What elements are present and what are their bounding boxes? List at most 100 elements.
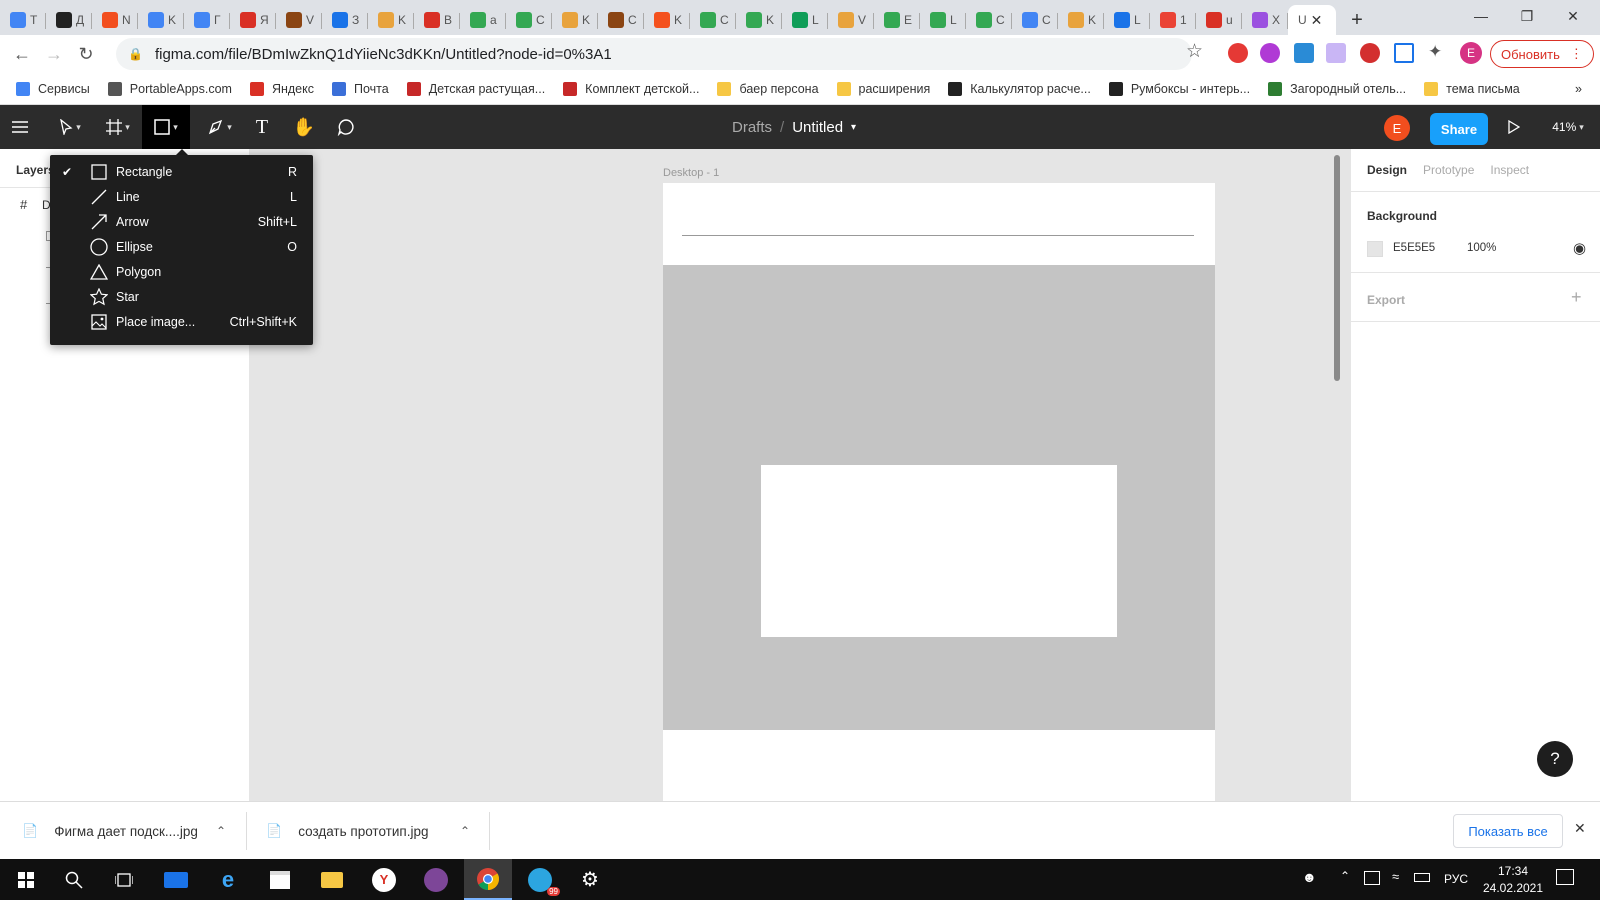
shape-menu-item[interactable]: Star <box>50 284 313 309</box>
bookmark-item[interactable]: тема письма <box>1424 81 1520 96</box>
text-tool-icon[interactable]: T <box>248 105 276 149</box>
layers-tab[interactable]: Layers <box>16 163 55 177</box>
bookmark-star-icon[interactable]: ☆ <box>1186 40 1203 63</box>
main-menu-icon[interactable] <box>8 105 32 149</box>
bookmark-item[interactable]: PortableApps.com <box>107 81 232 96</box>
shape-tool[interactable]: ▾ <box>142 105 190 149</box>
extension-icon[interactable] <box>1228 43 1248 63</box>
store-icon[interactable] <box>256 859 304 900</box>
browser-tab[interactable]: C <box>1012 5 1058 35</box>
comment-tool-icon[interactable] <box>332 105 360 149</box>
browser-tab[interactable]: C <box>506 5 552 35</box>
close-window-button[interactable]: ✕ <box>1550 0 1596 32</box>
screenshot-extension-icon[interactable] <box>1394 43 1414 63</box>
notification-icon[interactable] <box>1556 869 1574 885</box>
extension-icon[interactable] <box>1326 43 1346 63</box>
close-downloads-icon[interactable]: ✕ <box>1574 820 1586 837</box>
share-button[interactable]: Share <box>1430 113 1488 145</box>
browser-tab[interactable]: T <box>0 5 46 35</box>
browser-tab[interactable]: L <box>1104 5 1150 35</box>
chrome-icon[interactable] <box>464 859 512 900</box>
browser-tab[interactable]: Г <box>184 5 230 35</box>
task-view-icon[interactable] <box>100 859 148 900</box>
chevron-up-icon[interactable]: ⌃ <box>1340 869 1350 883</box>
line-shape[interactable] <box>682 235 1194 236</box>
wifi-icon[interactable]: ≈ <box>1392 869 1399 884</box>
tab-design[interactable]: Design <box>1367 163 1407 177</box>
bookmark-item[interactable]: баер персона <box>717 81 819 96</box>
back-button[interactable]: ← <box>6 38 38 70</box>
show-all-button[interactable]: Показать все <box>1453 814 1563 848</box>
bookmark-item[interactable]: Яндекс <box>249 81 314 96</box>
telegram-icon[interactable]: 99 <box>516 859 564 900</box>
browser-tab[interactable]: C <box>598 5 644 35</box>
bookmark-item[interactable]: Калькулятор расче... <box>948 81 1091 96</box>
shape-menu-item[interactable]: Ellipse O <box>50 234 313 259</box>
close-tab-icon[interactable]: ✕ <box>1311 12 1323 29</box>
browser-tab[interactable]: V <box>276 5 322 35</box>
browser-tab-active[interactable]: U ✕ <box>1288 5 1336 35</box>
browser-tab[interactable]: V <box>828 5 874 35</box>
browser-tab[interactable]: K <box>138 5 184 35</box>
edge-icon[interactable]: e <box>204 859 252 900</box>
canvas[interactable]: Desktop - 1 <box>250 149 1350 801</box>
download-item[interactable]: 📄 создать прототип.jpg ⌃ <box>266 802 488 860</box>
tray-app-icon[interactable] <box>1364 871 1380 885</box>
browser-tab[interactable]: a <box>460 5 506 35</box>
address-bar[interactable]: 🔒 figma.com/file/BDmIwZknQ1dYiieNc3dKKn/… <box>116 38 1192 70</box>
minimize-button[interactable]: — <box>1458 0 1504 32</box>
browser-tab[interactable]: Я <box>230 5 276 35</box>
browser-tab[interactable]: u <box>1196 5 1242 35</box>
frame-tool[interactable]: ▾ <box>96 105 140 149</box>
file-name[interactable]: Untitled <box>792 119 843 136</box>
browser-tab[interactable]: K <box>644 5 690 35</box>
browser-tab[interactable]: K <box>736 5 782 35</box>
browser-tab[interactable]: K <box>1058 5 1104 35</box>
bg-opacity-value[interactable]: 100% <box>1467 242 1496 254</box>
eye-icon[interactable]: ◉ <box>1573 239 1586 257</box>
browser-tab[interactable]: E <box>874 5 920 35</box>
desktop-frame[interactable] <box>663 183 1215 801</box>
battery-icon[interactable] <box>1414 873 1430 882</box>
bookmark-item[interactable]: расширения <box>836 81 930 96</box>
bookmark-item[interactable]: Комплект детской... <box>563 81 699 96</box>
zoom-dropdown[interactable]: 41% ▾ <box>1544 105 1592 149</box>
move-tool[interactable]: ▾ <box>48 105 92 149</box>
browser-tab[interactable]: Д <box>46 5 92 35</box>
browser-tab[interactable]: В <box>414 5 460 35</box>
bookmarks-overflow-button[interactable]: » <box>1575 82 1582 96</box>
frame-label[interactable]: Desktop - 1 <box>663 167 719 179</box>
bg-color-swatch[interactable] <box>1367 241 1383 257</box>
bookmark-item[interactable]: Румбоксы - интерь... <box>1108 81 1250 96</box>
browser-tab[interactable]: C <box>690 5 736 35</box>
yandex-browser-icon[interactable]: Y <box>360 859 408 900</box>
update-button[interactable]: Обновить ⋮ <box>1490 40 1594 68</box>
bg-hex-value[interactable]: E5E5E5 <box>1393 242 1435 254</box>
shape-menu-item[interactable]: Line L <box>50 184 313 209</box>
shape-menu-item[interactable]: Arrow Shift+L <box>50 209 313 234</box>
browser-tab[interactable]: N <box>92 5 138 35</box>
browser-tab[interactable]: K <box>552 5 598 35</box>
shape-menu-item[interactable]: Place image... Ctrl+Shift+K <box>50 309 313 334</box>
forward-button[interactable]: → <box>38 38 70 70</box>
white-rectangle[interactable] <box>761 465 1117 637</box>
people-icon[interactable]: ☻ <box>1302 869 1317 885</box>
browser-tab[interactable]: L <box>782 5 828 35</box>
present-play-icon[interactable] <box>1502 105 1526 149</box>
vertical-scrollbar[interactable] <box>1334 155 1340 381</box>
chevron-up-icon[interactable]: ⌃ <box>216 824 226 838</box>
browser-tab[interactable]: 1 <box>1150 5 1196 35</box>
profile-avatar[interactable]: E <box>1460 42 1482 64</box>
user-avatar[interactable]: E <box>1384 115 1410 141</box>
help-button[interactable]: ? <box>1537 741 1573 777</box>
settings-gear-icon[interactable]: ⚙ <box>566 859 614 900</box>
chevron-down-icon[interactable]: ▾ <box>851 122 856 133</box>
tab-prototype[interactable]: Prototype <box>1423 163 1474 177</box>
bookmark-item[interactable]: Загородный отель... <box>1268 81 1406 96</box>
breadcrumb-drafts[interactable]: Drafts <box>732 119 772 136</box>
pen-tool[interactable]: ▾ <box>198 105 242 149</box>
extension-icon[interactable] <box>1294 43 1314 63</box>
browser-tab[interactable]: C <box>966 5 1012 35</box>
browser-tab[interactable]: З <box>322 5 368 35</box>
search-icon[interactable] <box>50 859 98 900</box>
